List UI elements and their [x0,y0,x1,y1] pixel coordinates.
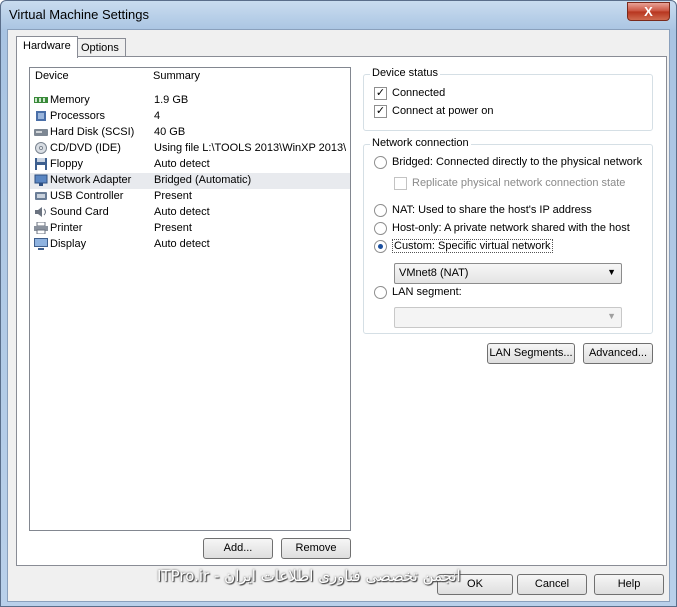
floppy-icon [35,158,47,170]
device-name: Sound Card [50,206,109,218]
device-row-usb-controller[interactable]: USB Controller Present [30,189,350,205]
device-status-title: Device status [370,67,441,79]
lan-segments-button[interactable]: LAN Segments... [487,343,575,364]
window-title: Virtual Machine Settings [9,7,149,22]
lan-segment-radio[interactable] [374,286,387,299]
device-row-printer[interactable]: Printer Present [30,221,350,237]
connected-checkbox[interactable]: ✓ [374,87,387,100]
device-row-cd-dvd[interactable]: CD/DVD (IDE) Using file L:\TOOLS 2013\Wi… [30,141,350,157]
host-only-radio[interactable] [374,222,387,235]
device-name: Printer [50,222,83,234]
network-connection-title: Network connection [370,137,471,149]
device-summary: Auto detect [154,238,210,250]
hard-disk-icon [34,129,48,136]
device-name: Memory [50,94,90,106]
display-icon [34,238,48,250]
help-button[interactable]: Help [594,574,664,595]
nat-radio[interactable] [374,204,387,217]
device-name: CD/DVD (IDE) [50,142,121,154]
device-row-processors[interactable]: Processors 4 [30,109,350,125]
device-row-sound-card[interactable]: Sound Card Auto detect [30,205,350,221]
network-adapter-icon [34,174,48,186]
device-name: Processors [50,110,106,122]
cancel-button[interactable]: Cancel [517,574,587,595]
replicate-label: Replicate physical network connection st… [412,177,626,189]
device-summary: Auto detect [154,158,210,170]
add-device-button[interactable]: Add... [203,538,273,559]
device-summary: Bridged (Automatic) [154,174,252,186]
tab-hardware[interactable]: Hardware [16,36,78,58]
custom-network-value: VMnet8 (NAT) [399,267,469,279]
processor-icon [36,111,46,121]
device-summary: 40 GB [154,126,186,138]
device-summary: Using file L:\TOOLS 2013\WinXP 2013\... [154,142,346,154]
advanced-button[interactable]: Advanced... [583,343,653,364]
device-list[interactable]: Device Summary Memory 1.9 GB Processors … [29,67,351,531]
column-device[interactable]: Device [35,70,69,82]
sound-card-icon [35,207,46,217]
bridged-radio[interactable] [374,156,387,169]
custom-label: Custom: Specific virtual network [392,239,553,253]
device-status-group: Device status ✓ Connected ✓ Connect at p… [363,67,653,131]
bridged-label: Bridged: Connected directly to the physi… [392,156,643,168]
device-name: Hard Disk (SCSI) [50,126,135,138]
hardware-tab-panel: Device Summary Memory 1.9 GB Processors … [16,56,667,566]
device-name: USB Controller [50,190,124,202]
lan-segment-label: LAN segment: [392,286,462,298]
close-button[interactable]: X [627,2,670,21]
network-connection-group: Network connection Bridged: Connected di… [363,137,653,334]
host-only-label: Host-only: A private network shared with… [392,222,630,234]
watermark-text: ITPro.ir - انجمن تخصصی فناوری اطلاعات ای… [157,567,461,585]
dialog-client-area: Hardware Options Device Summary Memory 1… [7,29,670,602]
title-bar[interactable]: Virtual Machine Settings X [1,1,676,29]
virtual-machine-settings-window: Virtual Machine Settings X Hardware Opti… [0,0,677,607]
replicate-checkbox[interactable] [394,177,407,190]
device-name: Floppy [50,158,84,170]
custom-network-select[interactable]: VMnet8 (NAT) ▼ [394,263,622,284]
device-list-header: Device Summary [30,68,350,86]
lan-segment-select[interactable]: ▼ [394,307,622,328]
tab-options[interactable]: Options [74,38,126,58]
device-summary: 1.9 GB [154,94,189,106]
chevron-down-icon: ▼ [607,267,616,277]
nat-label: NAT: Used to share the host's IP address [392,204,592,216]
device-summary: Present [154,190,192,202]
custom-radio[interactable] [374,240,387,253]
device-row-hard-disk[interactable]: Hard Disk (SCSI) 40 GB [30,125,350,141]
remove-device-button[interactable]: Remove [281,538,351,559]
device-summary: Present [154,222,192,234]
cd-dvd-icon [35,142,47,154]
device-row-floppy[interactable]: Floppy Auto detect [30,157,350,173]
device-row-memory[interactable]: Memory 1.9 GB [30,93,350,109]
device-row-display[interactable]: Display Auto detect [30,237,350,253]
connect-at-power-on-label: Connect at power on [392,105,494,117]
column-summary[interactable]: Summary [153,70,200,82]
memory-icon [34,97,48,103]
device-name: Network Adapter [50,174,132,186]
device-summary: Auto detect [154,206,210,218]
usb-icon [35,192,47,200]
device-summary: 4 [154,110,161,122]
printer-icon [34,222,48,234]
connected-label: Connected [392,87,446,99]
chevron-down-icon: ▼ [607,311,616,321]
device-name: Display [50,238,87,250]
device-row-network-adapter[interactable]: Network Adapter Bridged (Automatic) [30,173,350,189]
connect-at-power-on-checkbox[interactable]: ✓ [374,105,387,118]
